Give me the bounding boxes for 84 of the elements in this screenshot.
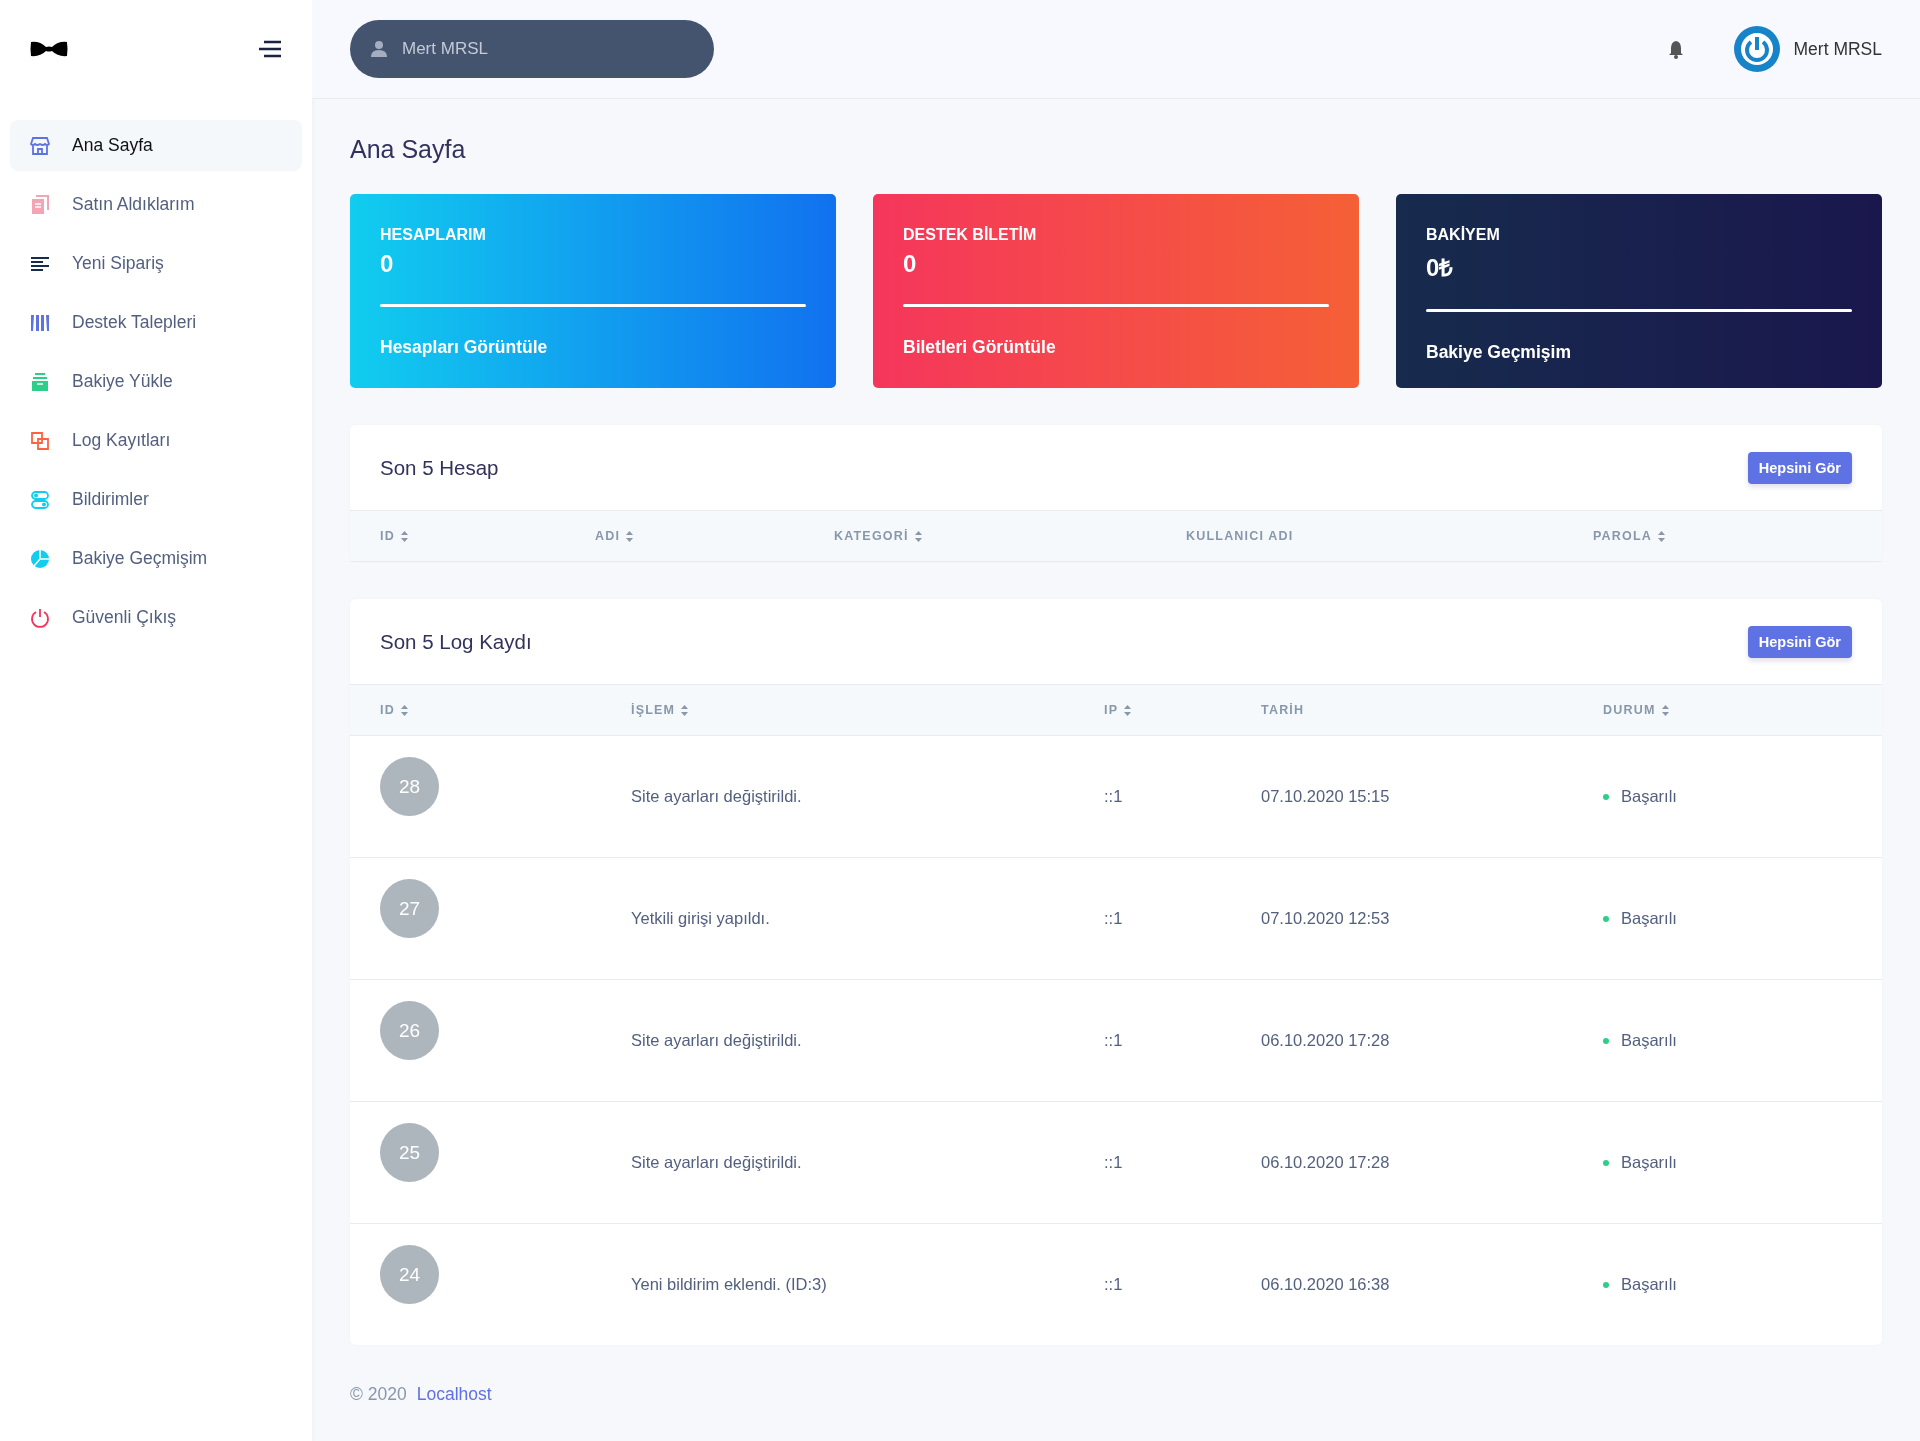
table-cell: 07.10.2020 15:15 (1261, 787, 1390, 806)
power-icon (30, 607, 50, 628)
card-title: DESTEK BİLETİM (903, 226, 1037, 244)
table-cell: Site ayarları değiştirildi. (631, 1031, 802, 1050)
card-link[interactable]: Bakiye Geçmişim (1426, 342, 1571, 363)
user-icon (370, 40, 388, 58)
sidebar-item[interactable]: Destek Talepleri (10, 297, 302, 348)
page-title: Ana Sayfa (350, 135, 467, 164)
id-avatar: 28 (380, 757, 439, 816)
sort-icon[interactable] (626, 530, 634, 542)
table-cell: ::1 (1104, 1275, 1123, 1294)
bow-tie-logo-icon (30, 39, 68, 59)
id-avatar: 27 (380, 879, 439, 938)
text-lines-icon (30, 255, 50, 272)
card-link[interactable]: Biletleri Görüntüle (903, 337, 1056, 358)
table-cell: ::1 (1104, 909, 1123, 928)
card-title: HESAPLARIM (380, 226, 486, 244)
card-value: 0₺ (1426, 253, 1454, 283)
archive-box-icon (30, 371, 50, 392)
sidebar-item[interactable]: Bakiye Yükle (10, 356, 302, 407)
table-cell: Site ayarları değiştirildi. (631, 1153, 802, 1172)
sidebar-item[interactable]: Satın Aldıklarım (10, 179, 302, 230)
table-cell: 07.10.2020 12:53 (1261, 909, 1390, 928)
table-cell: Yeni bildirim eklendi. (ID:3) (631, 1275, 827, 1294)
sort-icon[interactable] (400, 704, 408, 716)
column-header[interactable]: ADI (595, 529, 621, 543)
sidebar-item[interactable]: Bakiye Geçmişim (10, 533, 302, 584)
overlapping-squares-icon (30, 430, 50, 451)
column-header[interactable]: TARİH (1261, 703, 1305, 717)
card-link[interactable]: Hesapları Görüntüle (380, 337, 548, 358)
document-icon (30, 194, 50, 215)
status-text: Başarılı (1621, 909, 1677, 928)
view-all-button[interactable]: Hepsini Gör (1747, 451, 1852, 484)
table-cell: 06.10.2020 16:38 (1261, 1275, 1390, 1294)
status-text: Başarılı (1621, 1275, 1677, 1294)
sort-icon[interactable] (1661, 704, 1669, 716)
column-header[interactable]: KULLANICI ADI (1186, 529, 1294, 543)
sidebar-item[interactable]: Yeni Sipariş (10, 238, 302, 289)
id-avatar: 24 (380, 1245, 439, 1304)
column-header[interactable]: KATEGORİ (834, 529, 909, 543)
table-cell: Yetkili girişi yapıldı. (631, 909, 770, 928)
menu-icon[interactable] (258, 40, 282, 58)
table-cell: 06.10.2020 17:28 (1261, 1031, 1390, 1050)
table-cell: 06.10.2020 17:28 (1261, 1153, 1390, 1172)
id-avatar: 25 (380, 1123, 439, 1182)
column-header[interactable]: ID (380, 703, 395, 717)
sort-icon[interactable] (914, 530, 922, 542)
card-value: 0 (380, 250, 394, 278)
sidebar-item[interactable]: Güvenli Çıkış (10, 592, 302, 643)
column-header[interactable]: PAROLA (1593, 529, 1653, 543)
store-icon (30, 135, 50, 156)
power-avatar-icon[interactable] (1733, 26, 1780, 72)
table-cell: ::1 (1104, 1031, 1123, 1050)
columns-icon (30, 313, 50, 332)
bell-icon[interactable] (1667, 39, 1684, 59)
panel-title: Son 5 Hesap (380, 455, 499, 480)
card-value: 0 (903, 250, 917, 278)
toggles-icon (30, 489, 50, 510)
status-text: Başarılı (1621, 787, 1677, 806)
sidebar-item[interactable]: Log Kayıtları (10, 415, 302, 466)
column-header[interactable]: ID (380, 529, 395, 543)
panel-title: Son 5 Log Kaydı (380, 629, 532, 654)
sidebar-item[interactable]: Bildirimler (10, 474, 302, 525)
table-cell: ::1 (1104, 1153, 1123, 1172)
column-header[interactable]: İŞLEM (631, 703, 676, 717)
column-header[interactable]: DURUM (1603, 703, 1656, 717)
column-header[interactable]: IP (1104, 703, 1119, 717)
id-avatar: 26 (380, 1001, 439, 1060)
sort-icon[interactable] (681, 704, 689, 716)
search-field[interactable]: Mert MRSL (350, 20, 714, 78)
sort-icon[interactable] (1124, 704, 1132, 716)
copyright-text: © 2020 (350, 1384, 407, 1405)
status-text: Başarılı (1621, 1153, 1677, 1172)
sort-icon[interactable] (400, 530, 408, 542)
sort-icon[interactable] (1658, 530, 1666, 542)
user-name[interactable]: Mert MRSL (1793, 38, 1882, 60)
sidebar-item[interactable]: Ana Sayfa (10, 120, 302, 171)
card-title: BAKİYEM (1426, 226, 1500, 244)
table-cell: Site ayarları değiştirildi. (631, 787, 802, 806)
status-text: Başarılı (1621, 1031, 1677, 1050)
view-all-button[interactable]: Hepsini Gör (1747, 625, 1852, 658)
footer-link[interactable]: Localhost (416, 1384, 492, 1405)
pie-chart-icon (30, 548, 50, 569)
table-cell: ::1 (1104, 787, 1123, 806)
